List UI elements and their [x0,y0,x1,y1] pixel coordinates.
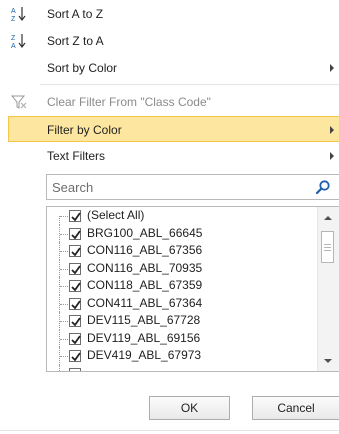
search-box [46,174,339,200]
menu-item-sort-by-color[interactable]: Sort by Color [0,55,339,81]
cancel-button[interactable]: Cancel [252,396,339,420]
tree-connector-branch [60,303,68,305]
submenu-arrow-icon [330,64,334,72]
filter-values-list: (Select All) BRG100_ABL_66645 CON116_ABL_6… [46,206,339,372]
list-item[interactable]: BRG100_ABL_66645 [47,224,317,242]
list-item-label: BRG100_ABL_66645 [87,225,203,240]
menu-separator [40,84,339,85]
checkbox[interactable] [69,245,81,257]
submenu-arrow-icon [330,152,334,160]
list-scrollbar[interactable] [317,207,339,371]
svg-text:A: A [11,8,16,15]
checkbox[interactable] [69,297,81,310]
tree-connector-branch [60,338,68,340]
list-item[interactable]: DEV115_ABL_67728 [47,312,317,330]
menu-item-label: Sort Z to A [47,34,104,48]
menu-item-label: Sort A to Z [47,7,104,21]
filter-dropdown-panel: A Z Sort A to Z Z A Sort Z to A Sort by … [0,0,339,434]
list-item[interactable]: CON411_ABL_67364 [47,294,317,312]
list-item[interactable]: (Select All) [47,207,317,225]
scroll-down-arrow-icon[interactable] [324,359,332,363]
svg-text:A: A [11,43,16,50]
menu-item-sort-a-to-z[interactable]: A Z Sort A to Z [0,1,339,27]
list-item[interactable]: CON118_ABL_67359 [47,277,317,295]
tree-connector-branch [60,356,68,357]
list-item-label: (Select All) [87,208,145,222]
list-item[interactable]: CON116_ABL_67356 [47,242,317,260]
tree-connector-branch [60,216,68,217]
scroll-up-arrow-icon[interactable] [324,216,332,220]
clear-filter-icon [10,93,28,111]
menu-item-label: Filter by Color [47,123,122,137]
tree-connector-branch [60,251,68,252]
menu-item-clear-filter[interactable]: Clear Filter From "Class Code" [0,89,339,115]
checkbox [69,367,81,371]
scroll-grip-line [324,244,331,245]
list-item[interactable]: CON116_ABL_70935 [47,259,317,277]
tree-connector-branch [60,268,68,270]
list-item-label: DEV119_ABL_69156 [87,330,201,345]
filter-values-items: (Select All) BRG100_ABL_66645 CON116_ABL_6… [47,207,317,371]
tree-connector-branch [60,286,68,287]
list-item-label: DEV419_ABL_67973 [87,348,202,362]
scroll-grip-line [324,250,331,251]
panel-bottom-divider [0,430,339,431]
ok-button[interactable]: OK [149,396,230,420]
list-item[interactable]: DEV119_ABL_69156 [47,329,317,347]
checkbox[interactable] [69,262,81,275]
search-icon[interactable] [315,179,331,195]
list-item-partial [47,364,317,371]
checkbox[interactable] [69,315,81,327]
sort-z-to-a-icon: Z A [10,32,28,50]
scroll-thumb[interactable] [321,231,334,263]
tree-connector-branch [60,321,68,322]
submenu-arrow-icon [330,126,334,134]
svg-text:Z: Z [11,16,16,23]
menu-item-label: Clear Filter From "Class Code" [47,95,211,109]
checkbox[interactable] [69,280,81,292]
sort-a-to-z-icon: A Z [10,5,28,23]
tree-connector-line [59,364,69,371]
menu-item-sort-z-to-a[interactable]: Z A Sort Z to A [0,28,339,54]
list-item-label: CON411_ABL_67364 [87,295,203,310]
list-item-label: CON118_ABL_67359 [87,278,203,292]
checkbox[interactable] [69,332,81,345]
list-item-label: CON116_ABL_70935 [87,260,203,275]
tree-connector-branch [60,233,68,235]
checkbox[interactable] [69,210,81,222]
scroll-grip-line [324,247,331,248]
svg-text:Z: Z [11,35,16,42]
menu-item-label: Text Filters [47,149,106,163]
list-item[interactable]: DEV419_ABL_67973 [47,347,317,365]
menu-item-filter-by-color[interactable]: Filter by Color [8,116,339,142]
menu-item-text-filters[interactable]: Text Filters [0,143,339,169]
list-item-label: DEV115_ABL_67728 [87,313,201,327]
checkbox[interactable] [69,350,81,362]
search-input[interactable] [52,178,312,196]
menu-item-label: Sort by Color [47,61,118,75]
list-item-label: CON116_ABL_67356 [87,243,203,257]
checkbox[interactable] [69,227,81,240]
